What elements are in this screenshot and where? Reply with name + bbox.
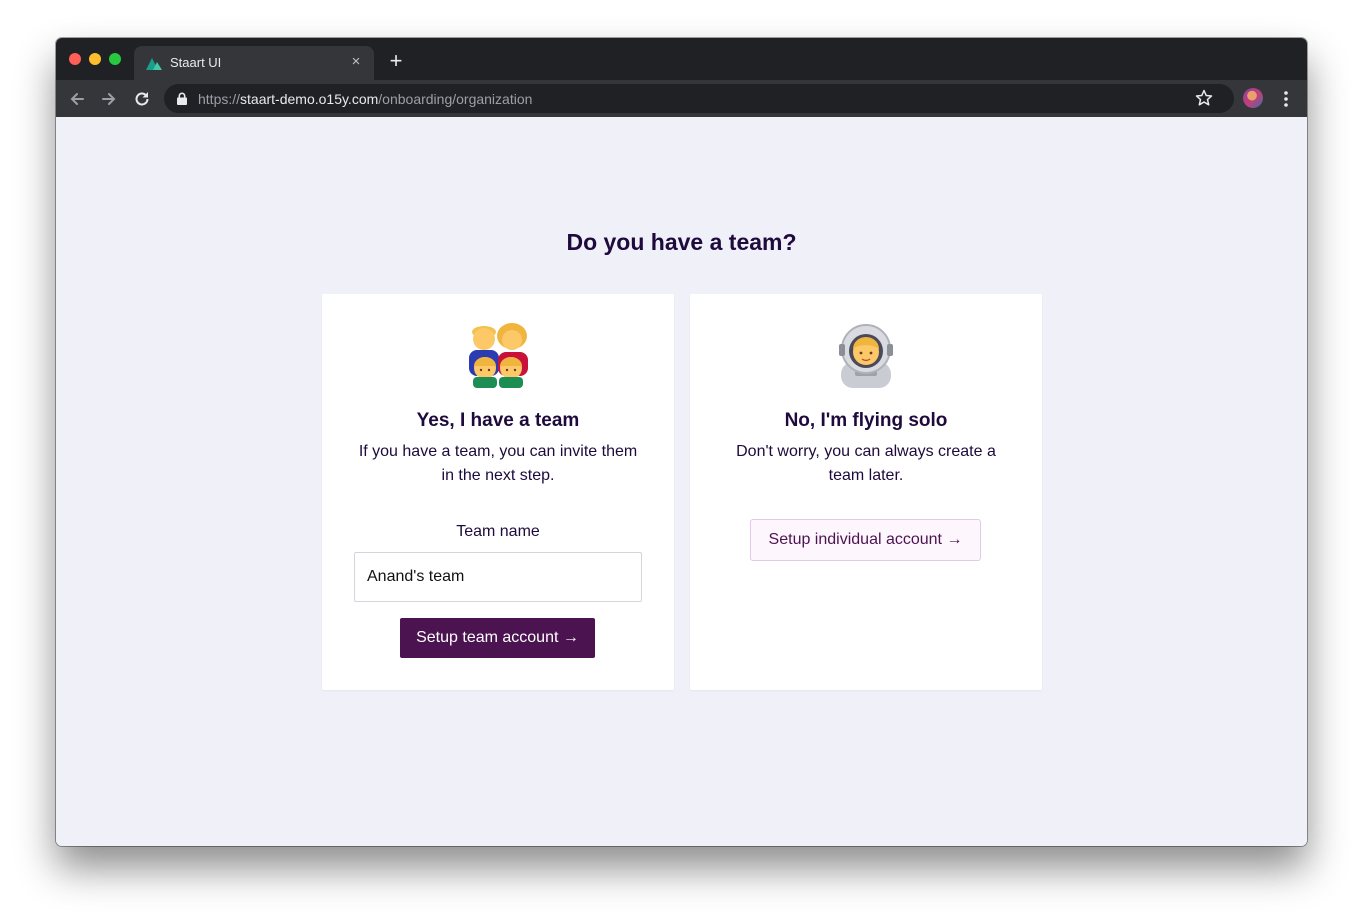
page-content: Do you have a team? Yes, I have a team I… — [56, 117, 1307, 846]
page-title: Do you have a team? — [566, 229, 797, 255]
browser-toolbar: https://staart-demo.o15y.com/onboarding/… — [56, 80, 1307, 117]
team-name-label: Team name — [456, 523, 540, 540]
solo-option-card: No, I'm flying solo Don't worry, you can… — [690, 294, 1042, 690]
team-name-input[interactable] — [354, 552, 642, 602]
url-path: /onboarding/organization — [378, 91, 533, 107]
maximize-window-button[interactable] — [109, 53, 121, 65]
bookmark-star-icon[interactable] — [1195, 89, 1213, 107]
tab-strip: Staart UI × + — [56, 38, 1307, 80]
team-card-title: Yes, I have a team — [416, 410, 580, 431]
setup-individual-account-button[interactable]: Setup individual account → — [750, 519, 981, 561]
tab-title: Staart UI — [170, 55, 222, 70]
family-icon — [469, 323, 528, 388]
url-text: https://staart-demo.o15y.com/onboarding/… — [198, 91, 532, 107]
forward-arrow-icon[interactable] — [99, 89, 119, 109]
astronaut-icon — [839, 324, 893, 388]
setup-team-account-button[interactable]: Setup team account → — [400, 618, 595, 658]
team-card-description: If you have a team, you can invite them … — [358, 443, 638, 484]
more-menu-icon[interactable] — [1278, 90, 1294, 108]
lock-icon — [177, 92, 187, 105]
browser-window: Staart UI × + https://staart-demo.o15y.c… — [56, 38, 1307, 846]
staart-logo-icon — [146, 58, 162, 70]
solo-card-title: No, I'm flying solo — [784, 410, 948, 431]
close-window-button[interactable] — [69, 53, 81, 65]
reload-icon[interactable] — [132, 89, 152, 109]
new-tab-button[interactable]: + — [386, 50, 406, 72]
tab-close-icon[interactable]: × — [348, 54, 364, 70]
address-bar[interactable]: https://staart-demo.o15y.com/onboarding/… — [164, 84, 1234, 113]
solo-card-description: Don't worry, you can always create a tea… — [736, 443, 996, 484]
team-option-card: Yes, I have a team If you have a team, y… — [322, 294, 674, 690]
minimize-window-button[interactable] — [89, 53, 101, 65]
browser-tab[interactable]: Staart UI × — [134, 46, 374, 80]
url-host: staart-demo.o15y.com — [240, 91, 379, 107]
profile-avatar[interactable] — [1243, 88, 1263, 108]
url-scheme: https:// — [198, 91, 241, 107]
back-arrow-icon[interactable] — [67, 89, 87, 109]
